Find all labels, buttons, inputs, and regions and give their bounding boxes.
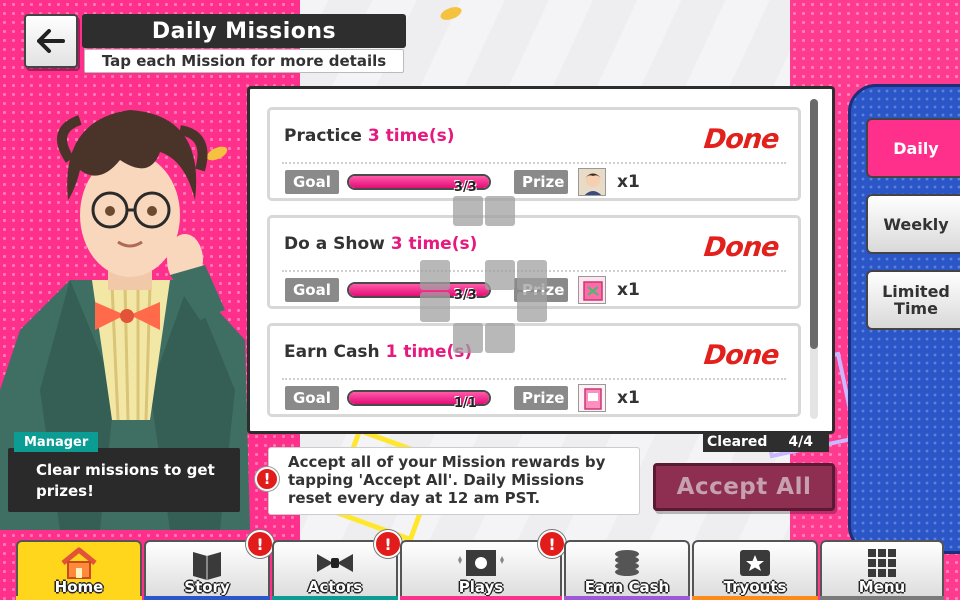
coins-icon	[615, 550, 639, 576]
nav-label: Plays	[458, 578, 504, 596]
page-title: Daily Missions	[82, 14, 406, 48]
nav-tryouts[interactable]: Tryouts	[692, 540, 818, 600]
ticket-card-icon[interactable]	[578, 276, 606, 304]
pink-card-icon[interactable]	[578, 384, 606, 412]
manager-message: Clear missions to get prizes!	[36, 461, 215, 500]
nav-earn-cash[interactable]: Earn Cash	[564, 540, 690, 600]
nav-label: Earn Cash	[584, 578, 670, 596]
done-stamp: Done	[702, 340, 781, 371]
nav-home[interactable]: Home	[16, 540, 142, 600]
accept-all-button[interactable]: Accept All	[653, 463, 835, 511]
alert-icon: !	[255, 467, 279, 491]
mission-card-earn-cash[interactable]: Earn Cash 1 time(s) Done Goal 1/1 Prize …	[267, 323, 801, 417]
book-icon	[193, 552, 221, 580]
notification-badge: !	[246, 530, 274, 558]
goal-label: Goal	[285, 386, 339, 410]
mission-title: Earn Cash 1 time(s)	[284, 342, 473, 362]
back-arrow-icon	[37, 29, 65, 53]
nav-color-strip	[16, 596, 142, 600]
goal-label: Goal	[285, 170, 339, 194]
scrollbar-thumb[interactable]	[810, 99, 818, 349]
mission-list-scrollbar[interactable]	[810, 99, 818, 419]
character-portrait-icon[interactable]	[578, 168, 606, 196]
nav-color-strip	[144, 596, 270, 600]
prize-quantity: x1	[617, 388, 640, 408]
nav-color-strip	[692, 596, 818, 600]
tab-daily[interactable]: Daily	[866, 118, 960, 178]
star-ticket-icon	[740, 550, 770, 576]
cleared-value: 4/4	[788, 434, 813, 450]
nav-story[interactable]: Story !	[144, 530, 274, 600]
nav-color-strip	[400, 596, 562, 600]
progress-text: 1/1	[454, 396, 477, 411]
nav-label: Tryouts	[723, 578, 787, 596]
tab-weekly[interactable]: Weekly	[866, 194, 960, 254]
manager-label: Manager	[14, 432, 99, 452]
goal-label: Goal	[285, 278, 339, 302]
prize-label: Prize	[514, 386, 568, 410]
grid-icon	[868, 549, 896, 577]
bowtie-icon	[317, 554, 353, 572]
mission-card-practice[interactable]: Practice 3 time(s) Done Goal 3/3 Prize x…	[267, 107, 801, 201]
back-button[interactable]	[24, 14, 78, 68]
nav-menu[interactable]: Menu	[820, 540, 944, 600]
info-text: Accept all of your Mission rewards by ta…	[288, 453, 606, 507]
progress-text: 3/3	[454, 288, 477, 303]
prize-label: Prize	[514, 170, 568, 194]
bottom-navigation: Home Story ! Actors ! Plays ! Earn Cash …	[16, 530, 944, 600]
nav-label: Actors	[307, 578, 363, 596]
done-stamp: Done	[702, 232, 781, 263]
notification-badge: !	[538, 530, 566, 558]
tab-limited-time[interactable]: Limited Time	[866, 270, 960, 330]
nav-label: Home	[54, 578, 104, 596]
cleared-label: Cleared	[707, 434, 768, 450]
prize-quantity: x1	[617, 280, 640, 300]
cleared-counter: Cleared 4/4	[703, 432, 829, 452]
house-icon	[61, 547, 97, 579]
divider	[282, 378, 786, 380]
page-subtitle: Tap each Mission for more details	[84, 49, 404, 73]
mission-title: Do a Show 3 time(s)	[284, 234, 478, 254]
nav-actors[interactable]: Actors !	[272, 530, 402, 600]
nav-color-strip	[564, 596, 690, 600]
notification-badge: !	[374, 530, 402, 558]
theater-icon	[458, 550, 504, 576]
nav-color-strip	[272, 596, 398, 600]
done-stamp: Done	[702, 124, 781, 155]
mission-title: Practice 3 time(s)	[284, 126, 455, 146]
nav-label: Story	[184, 578, 230, 596]
nav-plays[interactable]: Plays !	[400, 530, 566, 600]
divider	[282, 162, 786, 164]
progress-text: 3/3	[454, 180, 477, 195]
nav-color-strip	[820, 596, 944, 600]
tab-label: Limited Time	[882, 282, 950, 318]
nav-label: Menu	[858, 578, 906, 596]
prize-quantity: x1	[617, 172, 640, 192]
